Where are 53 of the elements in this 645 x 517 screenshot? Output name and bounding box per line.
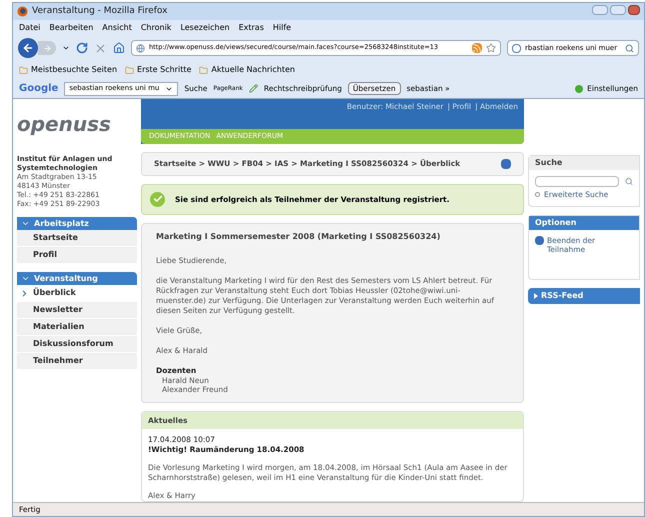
browser-logo-icon xyxy=(17,6,28,17)
sidebar-item[interactable]: Materialien xyxy=(17,319,137,336)
search-engine-icon xyxy=(512,44,521,52)
bookmark-link[interactable]: Meistbesuchte Seiten xyxy=(31,64,118,76)
menu-item[interactable]: Ansicht xyxy=(102,22,132,34)
menu-item[interactable]: Extras xyxy=(238,22,264,34)
bookmark-icon xyxy=(125,66,134,74)
back-button[interactable] xyxy=(18,38,38,58)
stop-icon[interactable] xyxy=(94,42,107,54)
search-icon[interactable] xyxy=(625,44,634,52)
close-button[interactable] xyxy=(628,5,640,15)
home-icon[interactable] xyxy=(113,42,125,54)
menu-item[interactable]: Bearbeiten xyxy=(49,22,94,34)
forward-arrow-icon xyxy=(42,44,52,52)
spellcheck-icon xyxy=(248,84,258,93)
check-icon xyxy=(150,192,165,207)
reload-icon[interactable] xyxy=(76,42,88,54)
sidebar-item[interactable]: Startseite xyxy=(17,230,137,247)
bullet-icon xyxy=(535,192,540,198)
section-title: Veranstaltung xyxy=(34,272,98,284)
course-title: Marketing I Sommersemester 2008 (Marketing I SS082560324) xyxy=(156,232,442,242)
bookmark-link[interactable]: Erste Schritte xyxy=(137,64,192,76)
bookmark-link[interactable]: Aktuelle Nachrichten xyxy=(211,64,295,76)
back-arrow-icon xyxy=(22,42,34,54)
section-title: Arbeitsplatz xyxy=(34,218,89,230)
menu-item[interactable]: Hilfe xyxy=(272,22,292,34)
panel-heading: Optionen xyxy=(535,217,576,230)
search-icon[interactable] xyxy=(625,177,633,186)
menu-item[interactable]: Lesezeichen xyxy=(180,22,230,34)
section-header[interactable]: Veranstaltung xyxy=(17,272,137,285)
expand-icon xyxy=(534,293,538,300)
google-logo: Google xyxy=(19,82,58,96)
minimize-button[interactable] xyxy=(592,5,608,15)
panel-heading: Suche xyxy=(535,157,562,169)
site-logo: openuss xyxy=(17,111,111,138)
site-search-field[interactable] xyxy=(535,176,619,187)
page-icon xyxy=(136,44,145,52)
feed-icon[interactable] xyxy=(472,43,482,53)
section-header[interactable]: Arbeitsplatz xyxy=(17,217,137,230)
history-dropdown-icon[interactable] xyxy=(62,44,70,52)
bookmark-icon xyxy=(199,66,208,74)
window-title: Veranstaltung - Mozilla Firefox xyxy=(32,4,168,18)
chevron-icon xyxy=(21,274,30,283)
menu-item[interactable]: Chronik xyxy=(140,22,172,34)
menu-item[interactable]: Datei xyxy=(19,22,40,34)
sidebar-item[interactable]: Teilnehmer xyxy=(17,353,137,370)
bookmark-star-icon[interactable] xyxy=(486,43,496,53)
sidebar-item[interactable]: Profil xyxy=(17,247,137,264)
rss-panel[interactable]: RSS-Feed xyxy=(528,288,640,304)
bookmark-icon xyxy=(19,66,28,74)
sidebar-item[interactable]: Diskussionsforum xyxy=(17,336,137,353)
sidebar-item[interactable]: Newsletter xyxy=(17,302,137,319)
chevron-icon xyxy=(21,219,30,228)
